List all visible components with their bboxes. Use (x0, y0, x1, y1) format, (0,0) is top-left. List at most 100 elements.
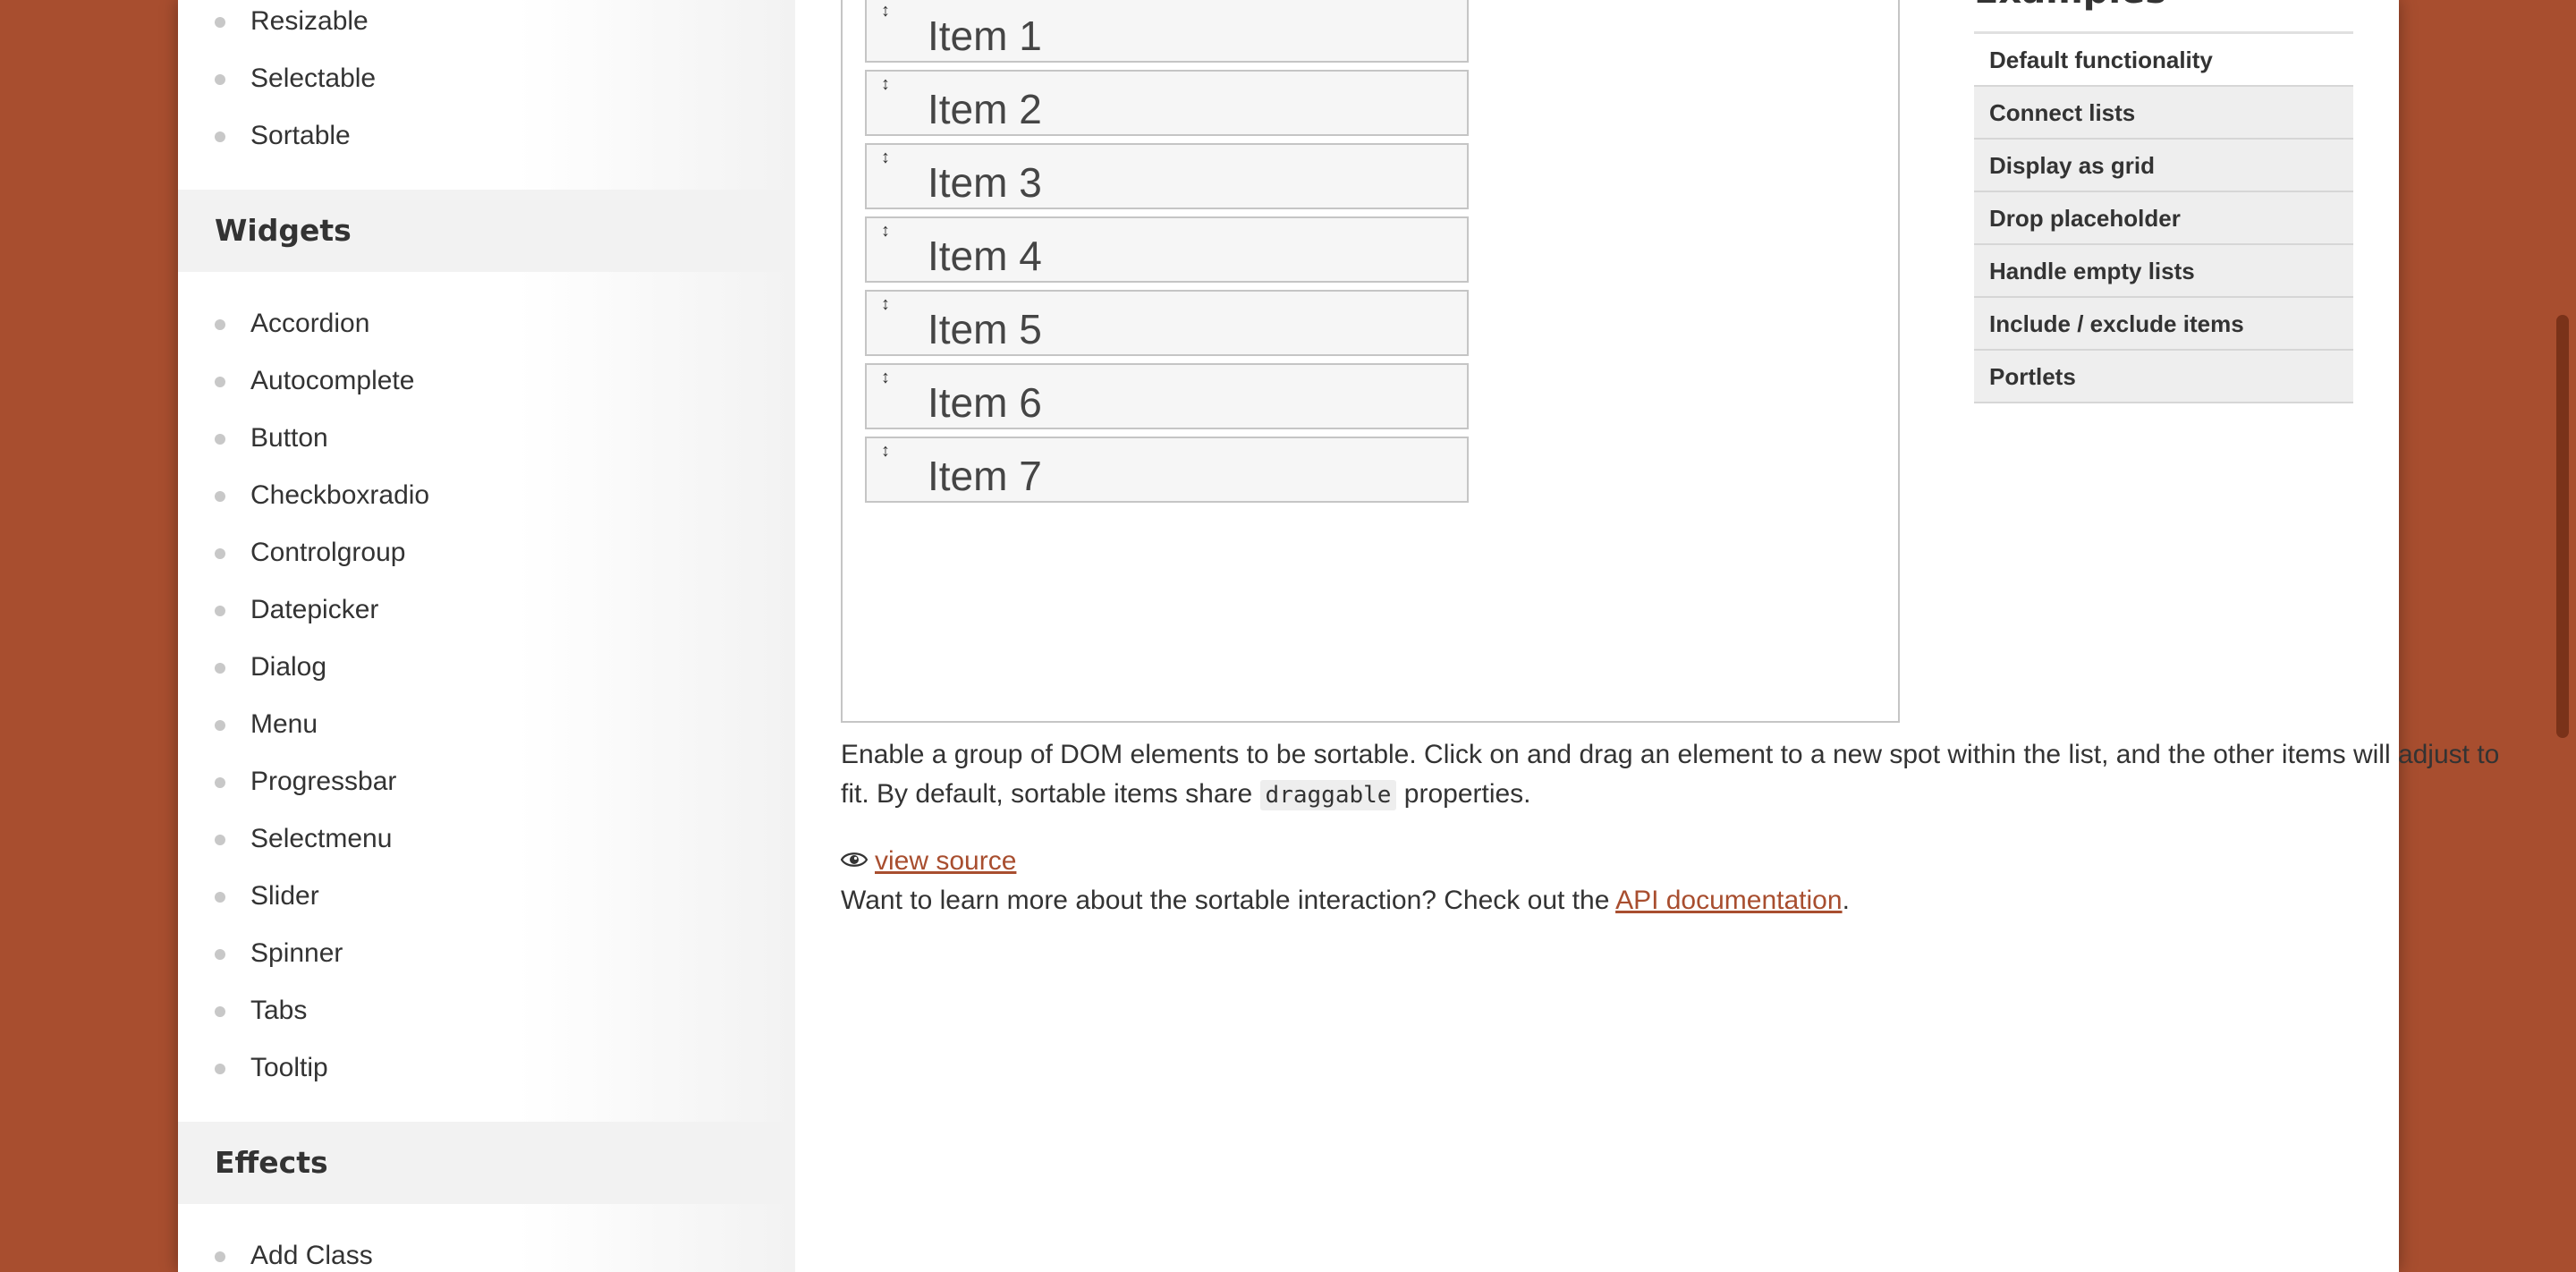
bullet-icon (215, 663, 225, 674)
sortable-item[interactable]: ↕ Item 4 (865, 216, 1469, 283)
sidebar-item-sortable[interactable]: Sortable (178, 107, 795, 165)
sidebar-item-label: Dialog (250, 652, 327, 682)
bullet-icon (215, 720, 225, 731)
page-container: Resizable Selectable Sortable Widgets Ac… (178, 0, 2499, 1272)
bullet-icon (215, 949, 225, 960)
bullet-icon (215, 1251, 225, 1262)
sidebar-item-tooltip[interactable]: Tooltip (178, 1039, 795, 1097)
bullet-icon (215, 74, 225, 85)
sidebar-item-label: Tooltip (250, 1053, 328, 1082)
sortable-item-label: Item 3 (928, 159, 1042, 206)
drag-handle-icon[interactable]: ↕ (881, 293, 890, 315)
bullet-icon (215, 1064, 225, 1074)
example-portlets[interactable]: Portlets (1974, 351, 2353, 403)
bullet-icon (215, 491, 225, 502)
example-display-as-grid[interactable]: Display as grid (1974, 140, 2353, 192)
sortable-item[interactable]: ↕ Item 7 (865, 437, 1469, 503)
sidebar-item-checkboxradio[interactable]: Checkboxradio (178, 467, 795, 524)
bullet-icon (215, 17, 225, 28)
sidebar-item-label: Menu (250, 709, 318, 739)
sortable-item-label: Item 5 (928, 306, 1042, 352)
bullet-icon (215, 131, 225, 142)
inline-code: draggable (1259, 780, 1397, 810)
sidebar-item-controlgroup[interactable]: Controlgroup (178, 524, 795, 581)
sidebar-item-label: Selectable (250, 64, 377, 93)
sidebar-item-tabs[interactable]: Tabs (178, 982, 795, 1039)
sortable-item[interactable]: ↕ Item 3 (865, 143, 1469, 209)
drag-handle-icon[interactable]: ↕ (881, 147, 890, 168)
sidebar-item-spinner[interactable]: Spinner (178, 925, 795, 982)
sidebar-item-label: Spinner (250, 938, 343, 968)
sidebar-item-add-class[interactable]: Add Class (178, 1227, 795, 1272)
sidebar-item-label: Add Class (250, 1241, 373, 1270)
drag-handle-icon[interactable]: ↕ (881, 440, 890, 462)
sidebar-item-label: Autocomplete (250, 366, 415, 395)
widgets-list: Accordion Autocomplete Button Checkboxra… (178, 295, 795, 1097)
sidebar-item-slider[interactable]: Slider (178, 868, 795, 925)
scrollbar-thumb[interactable] (2556, 315, 2569, 738)
sidebar-item-label: Resizable (250, 6, 369, 36)
sortable-item-label: Item 4 (928, 233, 1042, 279)
bullet-icon (215, 377, 225, 387)
sidebar-item-label: Datepicker (250, 595, 379, 624)
drag-handle-icon[interactable]: ↕ (881, 73, 890, 95)
example-default-functionality[interactable]: Default functionality (1974, 34, 2353, 87)
sidebar-item-autocomplete[interactable]: Autocomplete (178, 352, 795, 410)
view-source-link[interactable]: view source (840, 842, 1017, 881)
demo-description: Enable a group of DOM elements to be sor… (841, 735, 2522, 815)
sidebar-item-menu[interactable]: Menu (178, 696, 795, 753)
sidebar-item-label: Checkboxradio (250, 480, 430, 510)
examples-panel: Examples Default functionality Connect l… (1974, 0, 2353, 403)
sidebar-item-progressbar[interactable]: Progressbar (178, 753, 795, 810)
bullet-icon (215, 434, 225, 445)
effects-heading: Effects (178, 1122, 795, 1204)
drag-handle-icon[interactable]: ↕ (881, 0, 890, 21)
learn-more-prefix: Want to learn more about the sortable in… (841, 886, 1616, 915)
bullet-icon (215, 606, 225, 616)
sortable-item-label: Item 2 (928, 86, 1042, 132)
example-include-exclude-items[interactable]: Include / exclude items (1974, 298, 2353, 351)
api-documentation-link[interactable]: API documentation (1615, 886, 1843, 915)
sortable-item[interactable]: ↕ Item 5 (865, 290, 1469, 356)
bullet-icon (215, 892, 225, 903)
sidebar-item-label: Sortable (250, 121, 351, 150)
example-connect-lists[interactable]: Connect lists (1974, 87, 2353, 140)
sidebar-item-label: Button (250, 423, 328, 453)
sidebar-item-accordion[interactable]: Accordion (178, 295, 795, 352)
sortable-item[interactable]: ↕ Item 2 (865, 70, 1469, 136)
drag-handle-icon[interactable]: ↕ (881, 367, 890, 388)
view-source-label: view source (875, 846, 1017, 876)
effects-list: Add Class (178, 1227, 795, 1272)
sidebar-item-label: Accordion (250, 309, 370, 338)
sidebar-item-label: Tabs (250, 996, 308, 1025)
drag-handle-icon[interactable]: ↕ (881, 220, 890, 242)
bullet-icon (215, 548, 225, 559)
example-drop-placeholder[interactable]: Drop placeholder (1974, 192, 2353, 245)
sortable-item-label: Item 1 (928, 13, 1042, 59)
learn-more-text: Want to learn more about the sortable in… (841, 881, 1850, 920)
sidebar-item-label: Controlgroup (250, 538, 406, 567)
example-handle-empty-lists[interactable]: Handle empty lists (1974, 245, 2353, 298)
bullet-icon (215, 777, 225, 788)
sidebar-item-label: Progressbar (250, 767, 397, 796)
sortable-item[interactable]: ↕ Item 6 (865, 363, 1469, 429)
eye-icon (840, 842, 869, 881)
sortable-list: ↕ Item 1 ↕ Item 2 ↕ Item 3 ↕ Item 4 ↕ Item 5 … (865, 0, 1469, 510)
bullet-icon (215, 1006, 225, 1017)
sortable-item[interactable]: ↕ Item 1 (865, 0, 1469, 63)
sidebar-item-label: Selectmenu (250, 824, 393, 853)
sidebar-item-button[interactable]: Button (178, 410, 795, 467)
description-text: Enable a group of DOM elements to be sor… (841, 740, 2500, 809)
sortable-item-label: Item 7 (928, 453, 1042, 499)
sidebar-item-resizable[interactable]: Resizable (178, 0, 795, 50)
sidebar-item-dialog[interactable]: Dialog (178, 639, 795, 696)
sidebar-item-selectmenu[interactable]: Selectmenu (178, 810, 795, 868)
learn-more-suffix: . (1842, 886, 1850, 915)
sidebar-item-selectable[interactable]: Selectable (178, 50, 795, 107)
sortable-item-label: Item 6 (928, 379, 1042, 426)
description-text-end: properties. (1396, 779, 1531, 809)
examples-title: Examples (1974, 0, 2353, 34)
bullet-icon (215, 319, 225, 330)
sidebar-item-datepicker[interactable]: Datepicker (178, 581, 795, 639)
bullet-icon (215, 835, 225, 845)
